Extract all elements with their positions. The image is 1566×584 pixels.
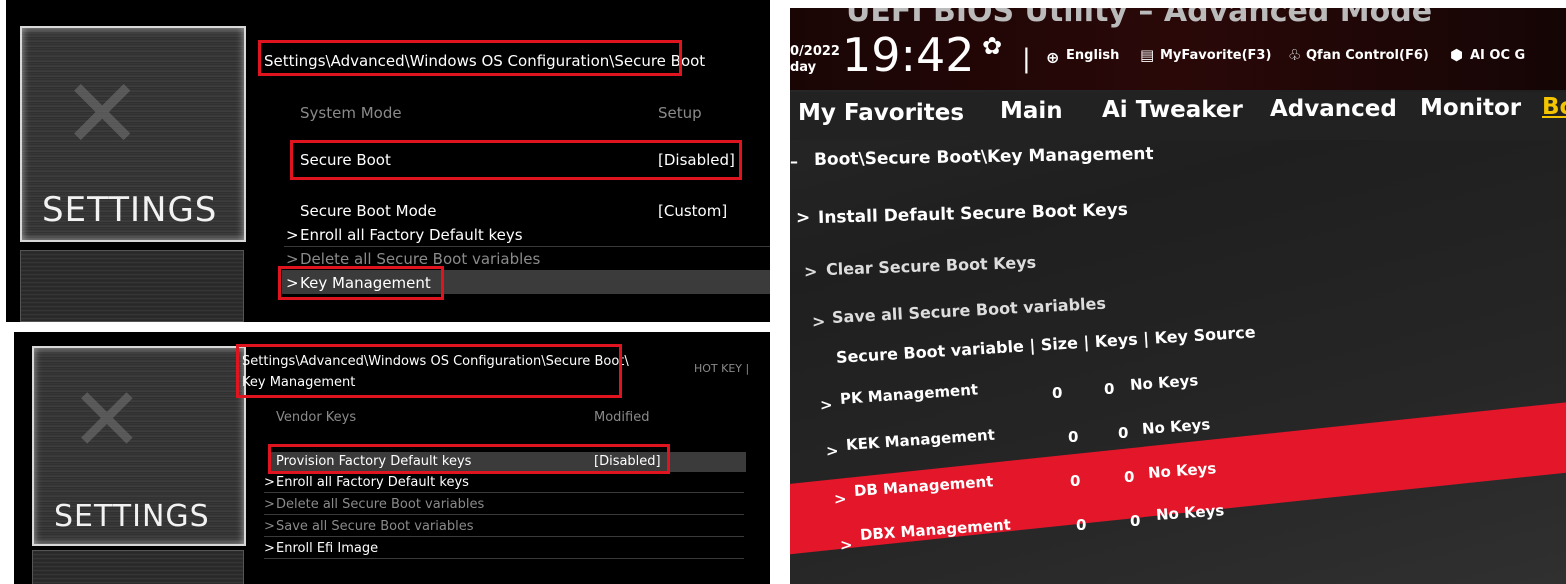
language-button[interactable]: English (1066, 48, 1119, 63)
pk-source: No Keys (1129, 371, 1199, 394)
divider (264, 536, 744, 537)
chevron-right-icon: > (264, 541, 275, 556)
tools-icon: ✕ (70, 368, 144, 471)
dbx-source: No Keys (1155, 501, 1225, 524)
chevron-right-icon: > (834, 490, 847, 508)
kek-size: 0 (1068, 428, 1079, 446)
clear-keys-label: Clear Secure Boot Keys (825, 252, 1037, 279)
tab-my-favorites[interactable]: My Favorites (798, 100, 964, 126)
dbx-size: 0 (1076, 516, 1087, 534)
msi-bottom-panel: ✕ SETTINGS Settings\Advanced\Windows OS … (14, 332, 770, 584)
tab-monitor[interactable]: Monitor (1420, 95, 1521, 121)
asus-header: UEFI BIOS Utility – Advanced Mode 0/2022… (790, 8, 1566, 90)
chevron-right-icon: > (264, 519, 275, 534)
favorite-icon: ▤ (1140, 46, 1155, 64)
secure-boot-highlight-box (290, 140, 742, 180)
settings-label: SETTINGS (42, 190, 218, 230)
save-variables-label: Save all Secure Boot variables (276, 519, 474, 534)
secure-boot-mode-value: [Custom] (658, 202, 728, 220)
save-variables-label: Save all Secure Boot variables (831, 293, 1107, 327)
breadcrumb-highlight-box (258, 40, 682, 76)
sidebar-tile-secondary[interactable] (32, 550, 244, 584)
ai-oc-button[interactable]: AI OC G (1470, 48, 1525, 63)
table-header: Secure Boot variable | Size | Keys | Key… (835, 322, 1257, 367)
divider (264, 558, 744, 559)
chevron-right-icon: > (840, 536, 853, 554)
fan-icon: ♧ (1288, 46, 1302, 64)
enroll-efi-image-label: Enroll Efi Image (276, 541, 379, 556)
system-mode-label: System Mode (300, 104, 402, 122)
enroll-factory-keys-label: Enroll all Factory Default keys (300, 226, 523, 244)
db-keys: 0 (1124, 468, 1135, 486)
divider (264, 514, 744, 515)
vendor-keys-label: Vendor Keys (276, 410, 357, 425)
kek-source: No Keys (1141, 415, 1211, 438)
hotkey-label[interactable]: HOT KEY | (694, 362, 749, 375)
db-size: 0 (1070, 472, 1081, 490)
pk-keys: 0 (1104, 380, 1115, 398)
day-label: day (790, 60, 817, 75)
myfavorite-button[interactable]: MyFavorite(F3) (1160, 48, 1271, 63)
pk-size: 0 (1052, 384, 1063, 402)
asus-bios-photo: UEFI BIOS Utility – Advanced Mode 0/2022… (790, 8, 1566, 584)
gear-icon[interactable]: ✿ (982, 32, 1002, 60)
bios-title: UEFI BIOS Utility – Advanced Mode (846, 8, 1433, 29)
settings-sidebar-tile[interactable]: ✕ SETTINGS (32, 346, 246, 546)
key-management-highlight-box (278, 266, 444, 300)
date-label: 0/2022 (790, 44, 840, 59)
settings-label: SETTINGS (54, 499, 210, 534)
enroll-factory-keys-label: Enroll all Factory Default keys (276, 475, 469, 490)
separator: | (1022, 44, 1031, 74)
provision-highlight-box (268, 444, 670, 474)
tab-advanced[interactable]: Advanced (1270, 96, 1397, 122)
install-default-keys-label: Install Default Secure Boot Keys (817, 199, 1129, 228)
settings-sidebar-tile[interactable]: ✕ SETTINGS (20, 26, 246, 242)
pk-management-name: PK Management (839, 380, 979, 408)
delete-variables-label: Delete all Secure Boot variables (276, 497, 485, 512)
divider (284, 246, 770, 247)
tab-bar: My Favorites Main Ai Tweaker Advanced Mo… (790, 92, 1566, 140)
chevron-right-icon: > (264, 497, 275, 512)
qfan-button[interactable]: Qfan Control(F6) (1306, 48, 1429, 63)
tab-main[interactable]: Main (1000, 98, 1063, 124)
breadcrumb-highlight-box (236, 344, 622, 398)
secure-boot-mode-label: Secure Boot Mode (300, 202, 437, 220)
msi-top-panel: ✕ SETTINGS Settings\Advanced\Windows OS … (6, 0, 770, 322)
vendor-keys-value: Modified (594, 410, 650, 425)
clock-time: 19:42 (842, 28, 975, 82)
divider (264, 492, 744, 493)
chevron-right-icon: > (812, 312, 826, 331)
chevron-right-icon: > (826, 442, 839, 460)
tab-boot[interactable]: Bo (1542, 94, 1566, 120)
system-mode-value: Setup (658, 104, 702, 122)
tools-icon: ✕ (62, 58, 143, 170)
dbx-keys: 0 (1130, 512, 1141, 530)
kek-keys: 0 (1118, 424, 1129, 442)
chevron-right-icon: > (820, 396, 833, 414)
chevron-right-icon: > (286, 226, 299, 244)
globe-icon: ⊕ (1046, 48, 1060, 67)
ai-icon: ⬢ (1450, 46, 1464, 64)
sidebar-tile-secondary[interactable] (20, 250, 244, 322)
chevron-right-icon: > (804, 262, 818, 281)
chevron-right-icon: > (796, 208, 811, 228)
back-arrow-icon[interactable]: – (790, 152, 798, 171)
kek-management-name: KEK Management (845, 425, 996, 454)
tab-ai-tweaker[interactable]: Ai Tweaker (1102, 97, 1243, 123)
chevron-right-icon: > (264, 475, 275, 490)
breadcrumb: Boot\Secure Boot\Key Management (813, 144, 1154, 170)
